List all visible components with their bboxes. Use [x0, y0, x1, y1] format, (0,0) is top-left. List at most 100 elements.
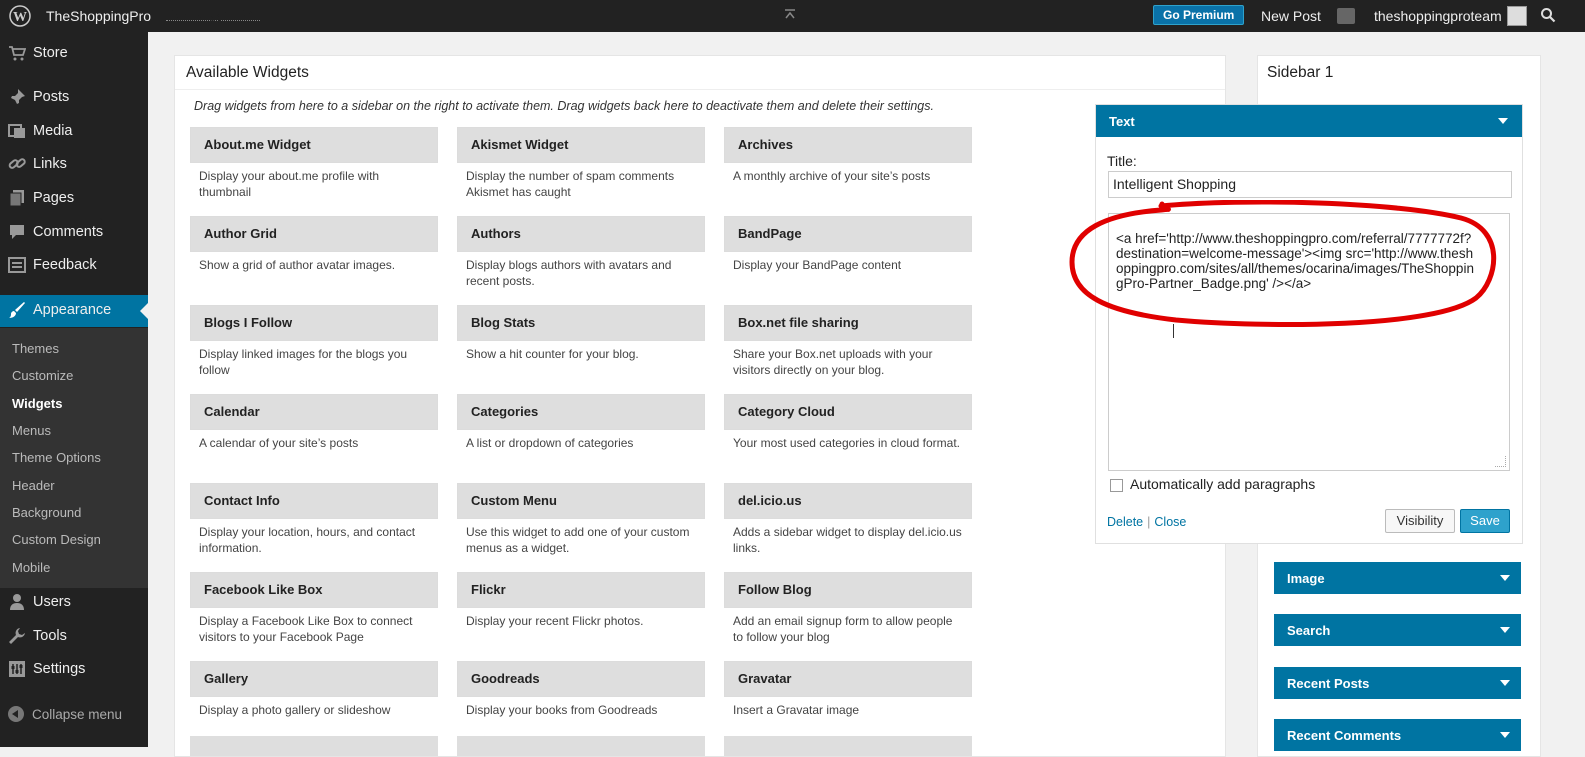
chevron-down-icon[interactable]: [1498, 118, 1508, 124]
widget-card[interactable]: Blogs I Follow Display linked images for…: [190, 305, 438, 378]
widget-title[interactable]: Archives: [724, 127, 972, 163]
submenu-background[interactable]: Background: [12, 505, 81, 520]
widget-card[interactable]: Categories A list or dropdown of categor…: [457, 394, 705, 451]
widget-description: A list or dropdown of categories: [466, 436, 634, 450]
title-input[interactable]: Intelligent Shopping: [1108, 171, 1512, 198]
widget-card[interactable]: [724, 736, 972, 756]
menu-item-appearance[interactable]: Appearance: [0, 295, 148, 327]
widget-title[interactable]: Blog Stats: [457, 305, 705, 341]
widget-title[interactable]: Akismet Widget: [457, 127, 705, 163]
widget-card[interactable]: Follow Blog Add an email signup form to …: [724, 572, 972, 645]
submenu-custom-design[interactable]: Custom Design: [12, 532, 101, 547]
widget-card[interactable]: Box.net file sharing Share your Box.net …: [724, 305, 972, 378]
widget-card[interactable]: [457, 736, 705, 756]
widget-title[interactable]: Categories: [457, 394, 705, 430]
media-icon: [8, 124, 25, 138]
widget-card[interactable]: del.icio.us Adds a sidebar widget to dis…: [724, 483, 972, 556]
menu-item-tools[interactable]: Tools: [0, 621, 148, 653]
widget-title[interactable]: Author Grid: [190, 216, 438, 252]
menu-item-feedback[interactable]: Feedback: [0, 250, 148, 282]
submenu-menus[interactable]: Menus: [12, 423, 51, 438]
delete-link[interactable]: Delete: [1107, 515, 1143, 529]
submenu-customize[interactable]: Customize: [12, 368, 73, 383]
widget-card[interactable]: Custom Menu Use this widget to add one o…: [457, 483, 705, 556]
widget-card[interactable]: Archives A monthly archive of your site’…: [724, 127, 972, 184]
avatar[interactable]: [1507, 6, 1527, 26]
menu-item-pages[interactable]: Pages: [0, 183, 148, 215]
submenu-theme-options[interactable]: Theme Options: [12, 450, 101, 465]
widget-title[interactable]: Box.net file sharing: [724, 305, 972, 341]
content-textarea[interactable]: <a href='http://www.theshoppingpro.com/r…: [1108, 213, 1510, 471]
widget-title[interactable]: Flickr: [457, 572, 705, 608]
submenu-widgets[interactable]: Widgets: [12, 396, 62, 411]
user-account-link[interactable]: theshoppingproteam: [1374, 8, 1502, 24]
notifications-icon[interactable]: [1337, 8, 1355, 24]
widget-title[interactable]: Category Cloud: [724, 394, 972, 430]
auto-paragraphs-checkbox[interactable]: [1110, 479, 1123, 492]
widget-description: Display linked images for the blogs you …: [199, 347, 408, 377]
widget-card[interactable]: Calendar A calendar of your site’s posts: [190, 394, 438, 451]
widget-card[interactable]: Authors Display blogs authors with avata…: [457, 216, 705, 289]
chevron-down-icon[interactable]: [1500, 575, 1510, 581]
new-post-link[interactable]: New Post: [1261, 8, 1321, 24]
widget-title: Search: [1287, 623, 1331, 638]
widget-title[interactable]: Gravatar: [724, 661, 972, 697]
search-icon[interactable]: [1540, 7, 1556, 23]
widget-title[interactable]: del.icio.us: [724, 483, 972, 519]
go-premium-button[interactable]: Go Premium: [1153, 5, 1245, 25]
auto-paragraphs-label[interactable]: Automatically add paragraphs: [1130, 476, 1315, 492]
submenu-themes[interactable]: Themes: [12, 341, 59, 356]
menu-item-settings[interactable]: Settings: [0, 654, 148, 686]
widget-card[interactable]: Gravatar Insert a Gravatar image: [724, 661, 972, 718]
wordpress-logo-icon[interactable]: W: [9, 5, 31, 27]
widget-card[interactable]: Category Cloud Your most used categories…: [724, 394, 972, 451]
widget-card[interactable]: Author Grid Show a grid of author avatar…: [190, 216, 438, 273]
widget-title[interactable]: Contact Info: [190, 483, 438, 519]
chevron-down-icon[interactable]: [1500, 732, 1510, 738]
menu-item-media[interactable]: Media: [0, 116, 148, 148]
widget-card[interactable]: Gallery Display a photo gallery or slide…: [190, 661, 438, 718]
sidebar-widget-recent-comments[interactable]: Recent Comments: [1274, 719, 1521, 751]
widget-title[interactable]: Goodreads: [457, 661, 705, 697]
widget-card[interactable]: About.me Widget Display your about.me pr…: [190, 127, 438, 200]
collapse-arrow-icon[interactable]: [784, 8, 796, 20]
chevron-down-icon[interactable]: [1500, 680, 1510, 686]
widget-title[interactable]: Facebook Like Box: [190, 572, 438, 608]
widget-card[interactable]: Akismet Widget Display the number of spa…: [457, 127, 705, 200]
widget-card[interactable]: Blog Stats Show a hit counter for your b…: [457, 305, 705, 362]
menu-item-posts[interactable]: Posts: [0, 82, 148, 114]
submenu-mobile[interactable]: Mobile: [12, 560, 50, 575]
site-name-link[interactable]: TheShoppingPro: [46, 8, 151, 24]
widget-card[interactable]: [190, 736, 438, 756]
menu-item-comments[interactable]: Comments: [0, 217, 148, 249]
admin-menu: Store Posts Media Links Pages Comments F…: [0, 32, 148, 747]
chevron-down-icon[interactable]: [1500, 627, 1510, 633]
sidebar-widget-recent-posts[interactable]: Recent Posts: [1274, 667, 1521, 699]
menu-item-links[interactable]: Links: [0, 149, 148, 181]
menu-item-store[interactable]: Store: [0, 38, 148, 70]
widget-card[interactable]: BandPage Display your BandPage content: [724, 216, 972, 273]
collapse-menu-button[interactable]: Collapse menu: [8, 706, 122, 722]
widget-card[interactable]: Goodreads Display your books from Goodre…: [457, 661, 705, 718]
widget-title[interactable]: Custom Menu: [457, 483, 705, 519]
widget-title[interactable]: BandPage: [724, 216, 972, 252]
close-link[interactable]: Close: [1154, 515, 1186, 529]
widget-card[interactable]: Contact Info Display your location, hour…: [190, 483, 438, 556]
widget-title[interactable]: Calendar: [190, 394, 438, 430]
widget-title[interactable]: Follow Blog: [724, 572, 972, 608]
visibility-button[interactable]: Visibility: [1385, 509, 1455, 533]
widget-card[interactable]: Flickr Display your recent Flickr photos…: [457, 572, 705, 629]
widget-title[interactable]: Authors: [457, 216, 705, 252]
sidebar-widget-search[interactable]: Search: [1274, 614, 1521, 646]
save-button[interactable]: Save: [1460, 509, 1510, 533]
widget-title[interactable]: Gallery: [190, 661, 438, 697]
text-widget-header[interactable]: Text: [1096, 105, 1522, 137]
submenu-header[interactable]: Header: [12, 478, 55, 493]
widget-title[interactable]: About.me Widget: [190, 127, 438, 163]
menu-item-users[interactable]: Users: [0, 587, 148, 619]
resize-handle-icon[interactable]: [1495, 456, 1506, 467]
widget-title[interactable]: Blogs I Follow: [190, 305, 438, 341]
sidebar-1-title[interactable]: Sidebar 1: [1267, 64, 1333, 82]
sidebar-widget-image[interactable]: Image: [1274, 562, 1521, 594]
widget-card[interactable]: Facebook Like Box Display a Facebook Lik…: [190, 572, 438, 645]
